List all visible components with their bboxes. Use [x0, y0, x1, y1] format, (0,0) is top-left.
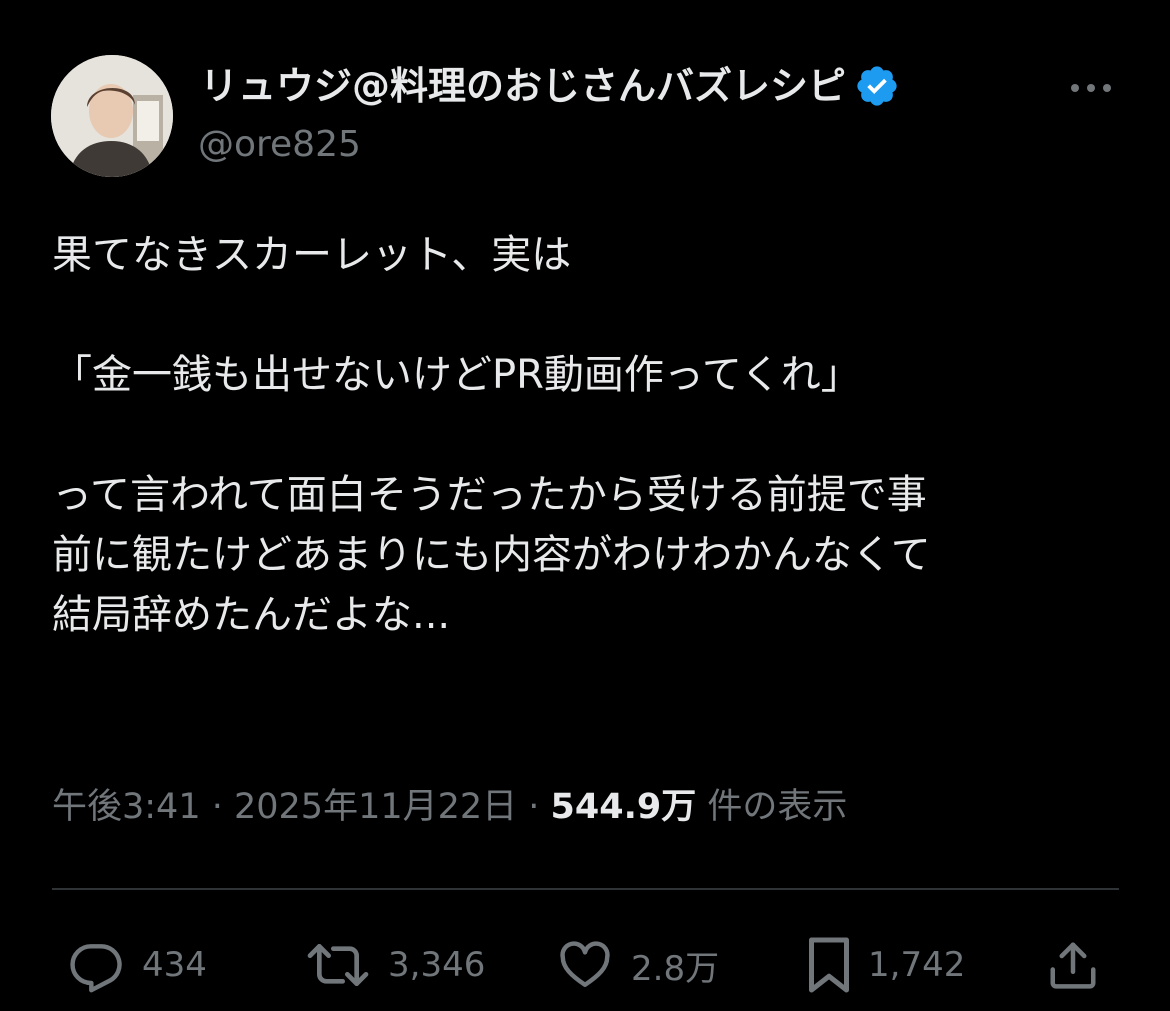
bookmark-button[interactable]: 1,742: [806, 935, 965, 995]
retweet-icon: [307, 944, 369, 986]
bookmark-count: 1,742: [868, 945, 966, 985]
bookmark-icon: [809, 937, 849, 993]
tweet-line-break: [52, 405, 1122, 465]
tweet-text: 果てなきスカーレット、実は 「金一銭も出せないけどPR動画作ってくれ」 って言わ…: [52, 225, 1122, 645]
reply-count: 434: [142, 945, 207, 985]
retweet-count: 3,346: [388, 945, 486, 985]
tweet-time[interactable]: 午後3:41: [52, 787, 201, 827]
reply-icon: [70, 944, 122, 993]
heart-icon: [560, 941, 610, 988]
share-button[interactable]: [1046, 935, 1100, 995]
tweet-line: 果てなきスカーレット、実は: [52, 232, 572, 278]
divider: [52, 888, 1119, 890]
avatar-photo: [51, 55, 173, 177]
tweet-line: 前に観たけどあまりにも内容がわけわかんなくて: [52, 532, 931, 578]
tweet-line: 結局辞めたんだよな...: [52, 592, 451, 638]
meta-separator: ·: [517, 787, 551, 827]
avatar[interactable]: [51, 55, 173, 177]
reply-button[interactable]: 434: [66, 935, 207, 995]
tweet-meta: 午後3:41 · 2025年11月22日 · 544.9万 件の表示: [52, 782, 847, 832]
tweet-line-break: [52, 285, 1122, 345]
retweet-button[interactable]: 3,346: [304, 935, 485, 995]
meta-separator: ·: [200, 787, 234, 827]
verified-badge-icon: [854, 63, 900, 109]
more-options-icon[interactable]: [1068, 76, 1114, 100]
like-count: 2.8万: [631, 948, 720, 989]
views-label: 件の表示: [696, 787, 848, 827]
share-icon: [1050, 942, 1096, 989]
like-button[interactable]: 2.8万: [555, 935, 719, 995]
tweet-line: って言われて面白そうだったから受ける前提で事: [52, 472, 927, 518]
display-name-text[interactable]: リュウジ@料理のおじさんバズレシピ: [200, 60, 846, 112]
display-name[interactable]: リュウジ@料理のおじさんバズレシピ: [200, 60, 900, 112]
user-handle[interactable]: @ore825: [198, 120, 361, 170]
tweet-line: 「金一銭も出せないけどPR動画作ってくれ」: [52, 352, 861, 398]
views-count[interactable]: 544.9万: [551, 787, 697, 827]
tweet-date[interactable]: 2025年11月22日: [234, 787, 517, 827]
